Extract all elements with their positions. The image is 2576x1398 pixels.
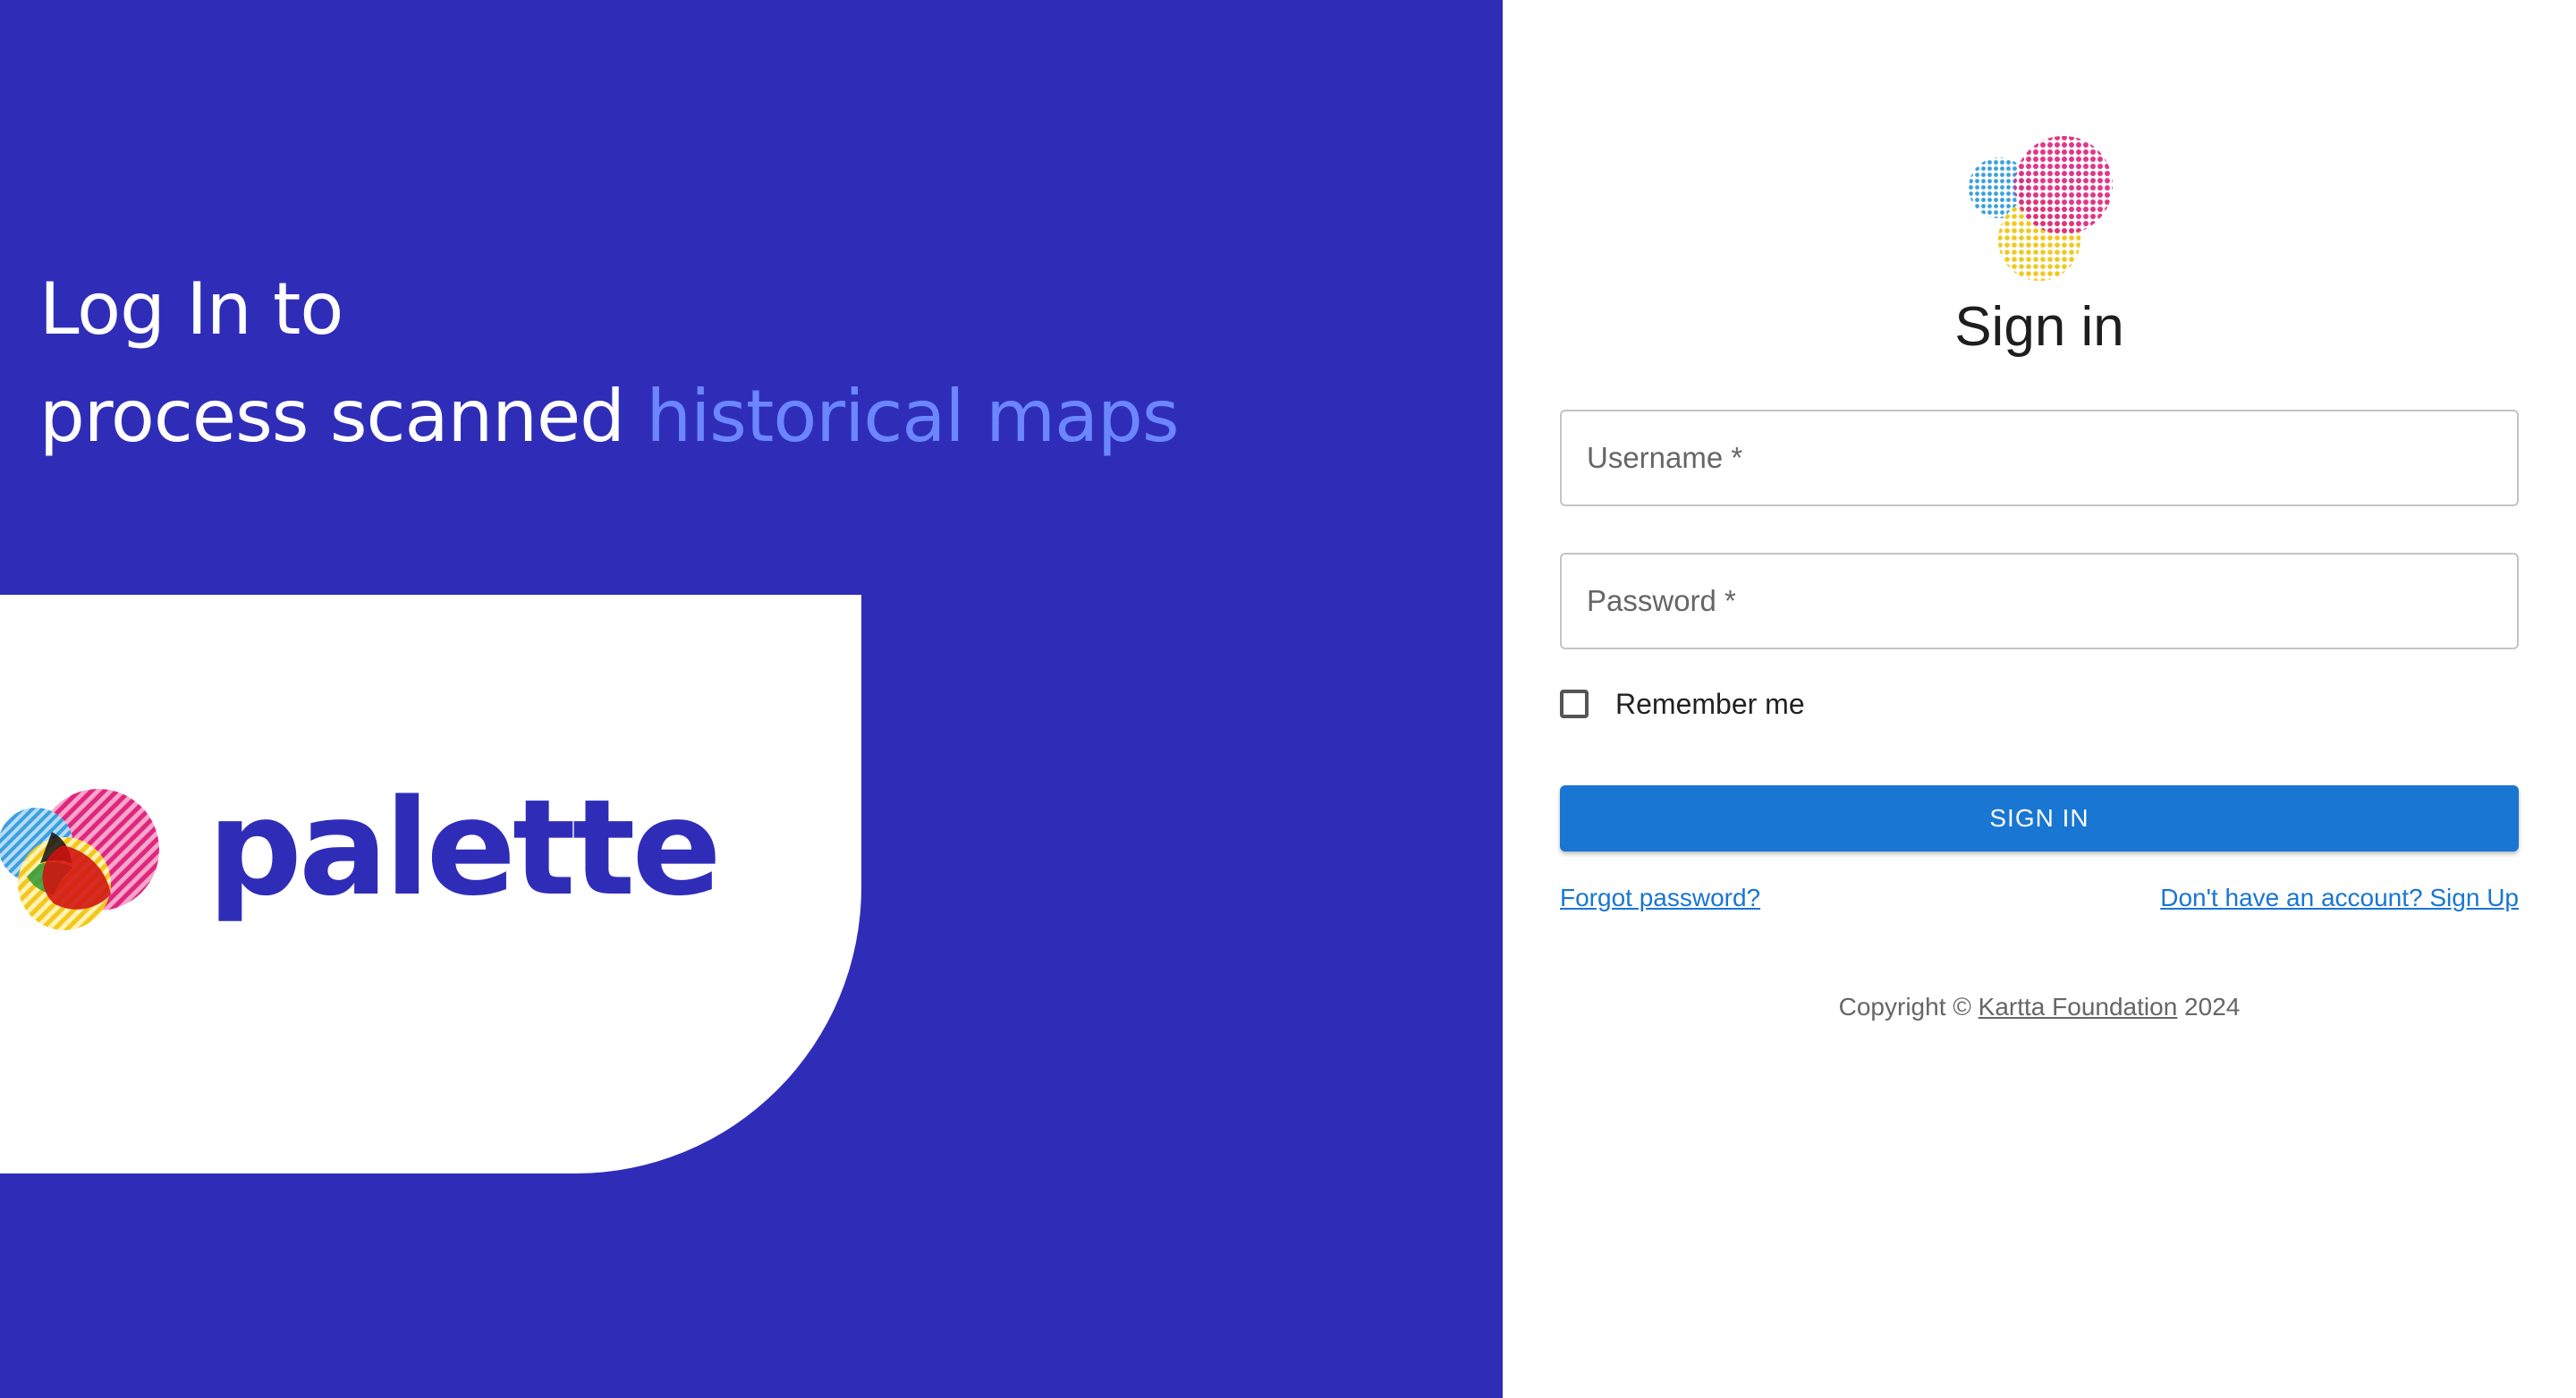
sign-in-button[interactable]: SIGN IN [1560, 785, 2519, 852]
password-field[interactable] [1560, 553, 2519, 649]
username-input[interactable] [1562, 411, 2517, 504]
hero-line-2-accent: historical maps [646, 375, 1179, 458]
copyright-prefix: Copyright © [1838, 993, 1979, 1021]
checkbox-unchecked-icon[interactable] [1560, 690, 1589, 718]
hero-line-2-prefix: process scanned [39, 375, 647, 458]
palette-logo-icon [0, 789, 159, 930]
signin-panel: Sign in Remember me SIGN IN Forgot passw… [1503, 0, 2576, 1398]
kartta-foundation-link[interactable]: Kartta Foundation [1979, 993, 2178, 1021]
hero-line-2: process scanned historical maps [39, 363, 1180, 470]
remember-me-label[interactable]: Remember me [1615, 688, 1805, 721]
copyright-year: 2024 [2177, 993, 2241, 1021]
hero-panel: Log In to process scanned historical map… [0, 0, 1503, 1398]
copyright-footer: Copyright © Kartta Foundation 2024 [1503, 993, 2576, 1021]
brand-name: palette [208, 771, 722, 925]
password-input[interactable] [1562, 555, 2517, 648]
hero-line-1: Log In to [39, 267, 343, 351]
signin-title: Sign in [1954, 296, 2124, 358]
forgot-password-link[interactable]: Forgot password? [1560, 884, 1760, 912]
username-field[interactable] [1560, 410, 2519, 506]
remember-me-control[interactable]: Remember me [1560, 684, 1805, 724]
overlapping-circles-logo-icon [1969, 136, 2113, 281]
sign-up-link[interactable]: Don't have an account? Sign Up [2160, 884, 2519, 912]
login-page: Log In to process scanned historical map… [0, 0, 2576, 1398]
hero-headline: Log In to process scanned historical map… [39, 256, 1180, 470]
